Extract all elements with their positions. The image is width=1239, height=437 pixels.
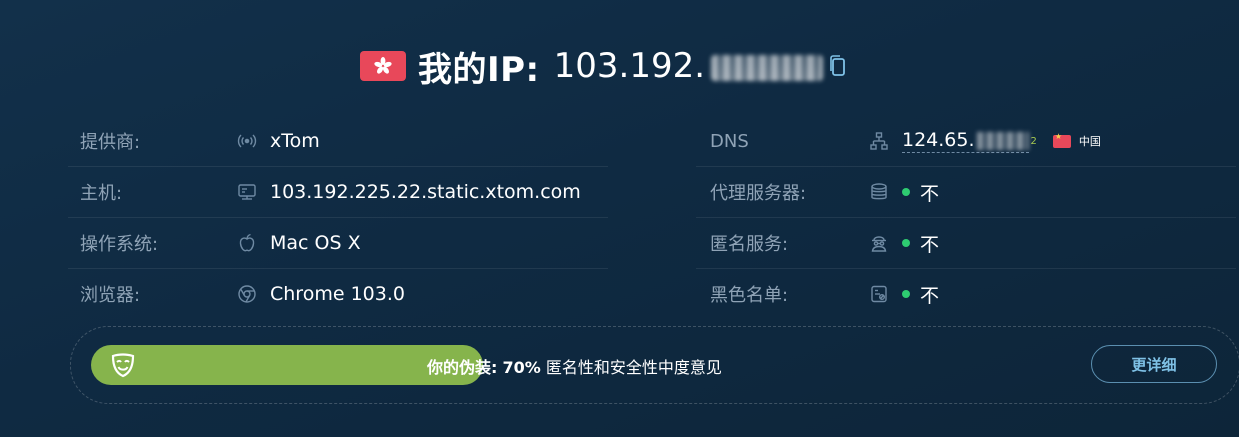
dns-value[interactable]: 124.65. xyxy=(902,129,1029,153)
browser-label: 浏览器: xyxy=(80,285,141,306)
disguise-description: 匿名性和安全性中度意见 xyxy=(545,358,722,377)
os-value: Mac OS X xyxy=(270,232,361,254)
more-details-button[interactable]: 更详细 xyxy=(1091,345,1217,383)
server-icon xyxy=(236,181,258,203)
proxy-value: 不 xyxy=(920,182,940,205)
dns-value-redacted xyxy=(976,131,1029,150)
info-row-host: 主机: 103.192.225.22.static.xtom.com xyxy=(68,167,608,218)
ip-separator: . xyxy=(694,46,706,86)
proxy-label: 代理服务器: xyxy=(710,183,807,204)
blacklist-label: 黑色名单: xyxy=(710,285,789,306)
info-row-browser: 浏览器: Chrome 103.0 xyxy=(68,269,608,319)
copy-icon[interactable] xyxy=(829,54,847,78)
dns-country: 中国 xyxy=(1078,135,1101,148)
chrome-icon xyxy=(236,283,258,305)
info-row-blacklist: 黑色名单: 不 xyxy=(696,269,1236,319)
dns-value-visible: 124.65. xyxy=(902,129,975,151)
host-label: 主机: xyxy=(80,183,123,204)
status-dot xyxy=(902,188,910,196)
database-icon xyxy=(868,181,890,203)
disguise-summary: 你的伪装: 70% 匿名性和安全性中度意见 xyxy=(427,354,722,378)
disguise-panel: 你的伪装: 70% 匿名性和安全性中度意见 更详细 xyxy=(70,326,1239,404)
incognito-icon xyxy=(868,232,890,254)
cn-flag-icon xyxy=(1052,132,1071,148)
disguise-percent: 70% xyxy=(502,358,541,377)
anonymizer-value: 不 xyxy=(920,233,940,256)
ip-header: 我的IP: 103.192. xyxy=(0,40,1239,92)
provider-value: xTom xyxy=(270,130,320,152)
info-row-dns: DNS 124.65. 2 中国 xyxy=(696,116,1236,167)
status-dot xyxy=(902,290,910,298)
hk-flag-icon xyxy=(359,51,406,81)
mask-icon xyxy=(109,351,137,383)
blacklist-icon xyxy=(868,283,890,305)
host-value: 103.192.225.22.static.xtom.com xyxy=(270,181,581,203)
anonymizer-label: 匿名服务: xyxy=(710,234,789,255)
disguise-progress-bar xyxy=(91,345,483,385)
network-icon xyxy=(868,130,890,152)
info-row-proxy: 代理服务器: 不 xyxy=(696,167,1236,218)
disguise-prefix: 你的伪装: xyxy=(427,358,498,377)
ip-address-visible: 103.192 xyxy=(553,46,695,86)
connection-details-left: 提供商: xTom 主机: 103.192.225.22.static.xtom… xyxy=(68,116,608,319)
info-row-provider: 提供商: xTom xyxy=(68,116,608,167)
ip-address[interactable]: 103.192. xyxy=(553,46,824,86)
status-dot xyxy=(902,239,910,247)
antenna-icon xyxy=(236,130,258,152)
browser-value: Chrome 103.0 xyxy=(270,283,405,305)
dns-label: DNS xyxy=(710,130,749,152)
apple-icon xyxy=(236,232,258,254)
os-label: 操作系统: xyxy=(80,234,159,255)
dns-count: 2 xyxy=(1030,135,1037,147)
connection-details-right: DNS 124.65. 2 中国 代理服务器: 不 匿名服务: xyxy=(696,116,1236,319)
info-row-anonymizer: 匿名服务: 不 xyxy=(696,218,1236,269)
blacklist-value: 不 xyxy=(920,284,940,307)
info-row-os: 操作系统: Mac OS X xyxy=(68,218,608,269)
provider-label: 提供商: xyxy=(80,132,141,153)
page-title: 我的IP: xyxy=(417,49,540,90)
ip-address-redacted xyxy=(711,54,824,81)
